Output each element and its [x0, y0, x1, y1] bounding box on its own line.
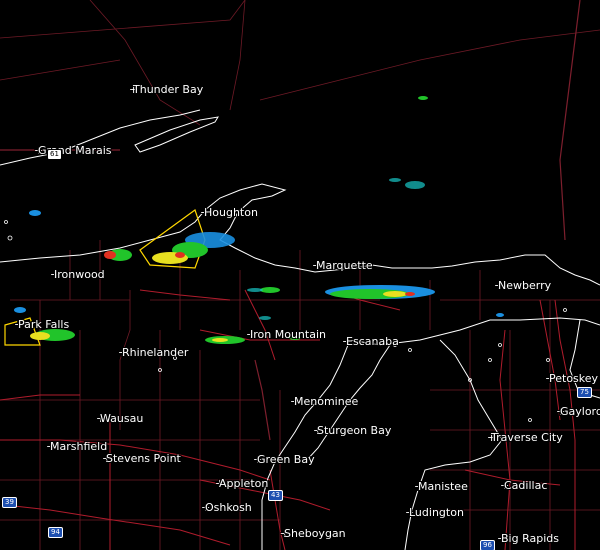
city-houghton: +Houghton [200, 206, 258, 219]
city-stevens-point: +Stevens Point [102, 452, 181, 465]
interstate-shield: 75 [577, 387, 592, 398]
radar-map[interactable]: +Thunder Bay +Grand Marais +Houghton +Ir… [0, 0, 600, 550]
city-park-falls: +Park Falls [14, 318, 70, 331]
city-ironwood: +Ironwood [50, 268, 105, 281]
interstate-shield: 94 [48, 527, 63, 538]
city-sturgeon-bay: +Sturgeon Bay [313, 424, 392, 437]
city-ludington: +Ludington [405, 506, 464, 519]
city-traverse-city: +Traverse City [487, 431, 563, 444]
city-cadillac: +Cadillac [500, 479, 548, 492]
interstate-shield: 39 [2, 497, 17, 508]
city-sheboygan: +Sheboygan [280, 527, 346, 540]
city-gaylord: +Gaylord [556, 405, 600, 418]
city-iron-mountain: +Iron Mountain [246, 328, 326, 341]
city-appleton: +Appleton [215, 477, 269, 490]
city-wausau: +Wausau [96, 412, 144, 425]
city-grand-marais: +Grand Marais [34, 144, 112, 157]
city-rhinelander: +Rhinelander [118, 346, 189, 359]
inland-lakes [4, 220, 567, 422]
city-oshkosh: +Oshkosh [201, 501, 252, 514]
city-marshfield: +Marshfield [46, 440, 108, 453]
us-highway-shield: 61 [47, 149, 62, 160]
city-manistee: +Manistee [414, 480, 468, 493]
city-green-bay: +Green Bay [253, 453, 315, 466]
city-newberry: +Newberry [494, 279, 552, 292]
radar-echoes [14, 96, 504, 344]
city-marquette: +Marquette [312, 259, 373, 272]
state-boundaries [0, 0, 581, 441]
city-big-rapids: +Big Rapids [497, 532, 559, 545]
city-escanaba: +Escanaba [342, 335, 399, 348]
city-thunder-bay: +Thunder Bay [129, 83, 204, 96]
interstate-shield: 96 [480, 540, 495, 550]
interstate-shield: 43 [268, 490, 283, 501]
city-menominee: +Menominee [290, 395, 359, 408]
city-petoskey: +Petoskey [545, 372, 599, 385]
